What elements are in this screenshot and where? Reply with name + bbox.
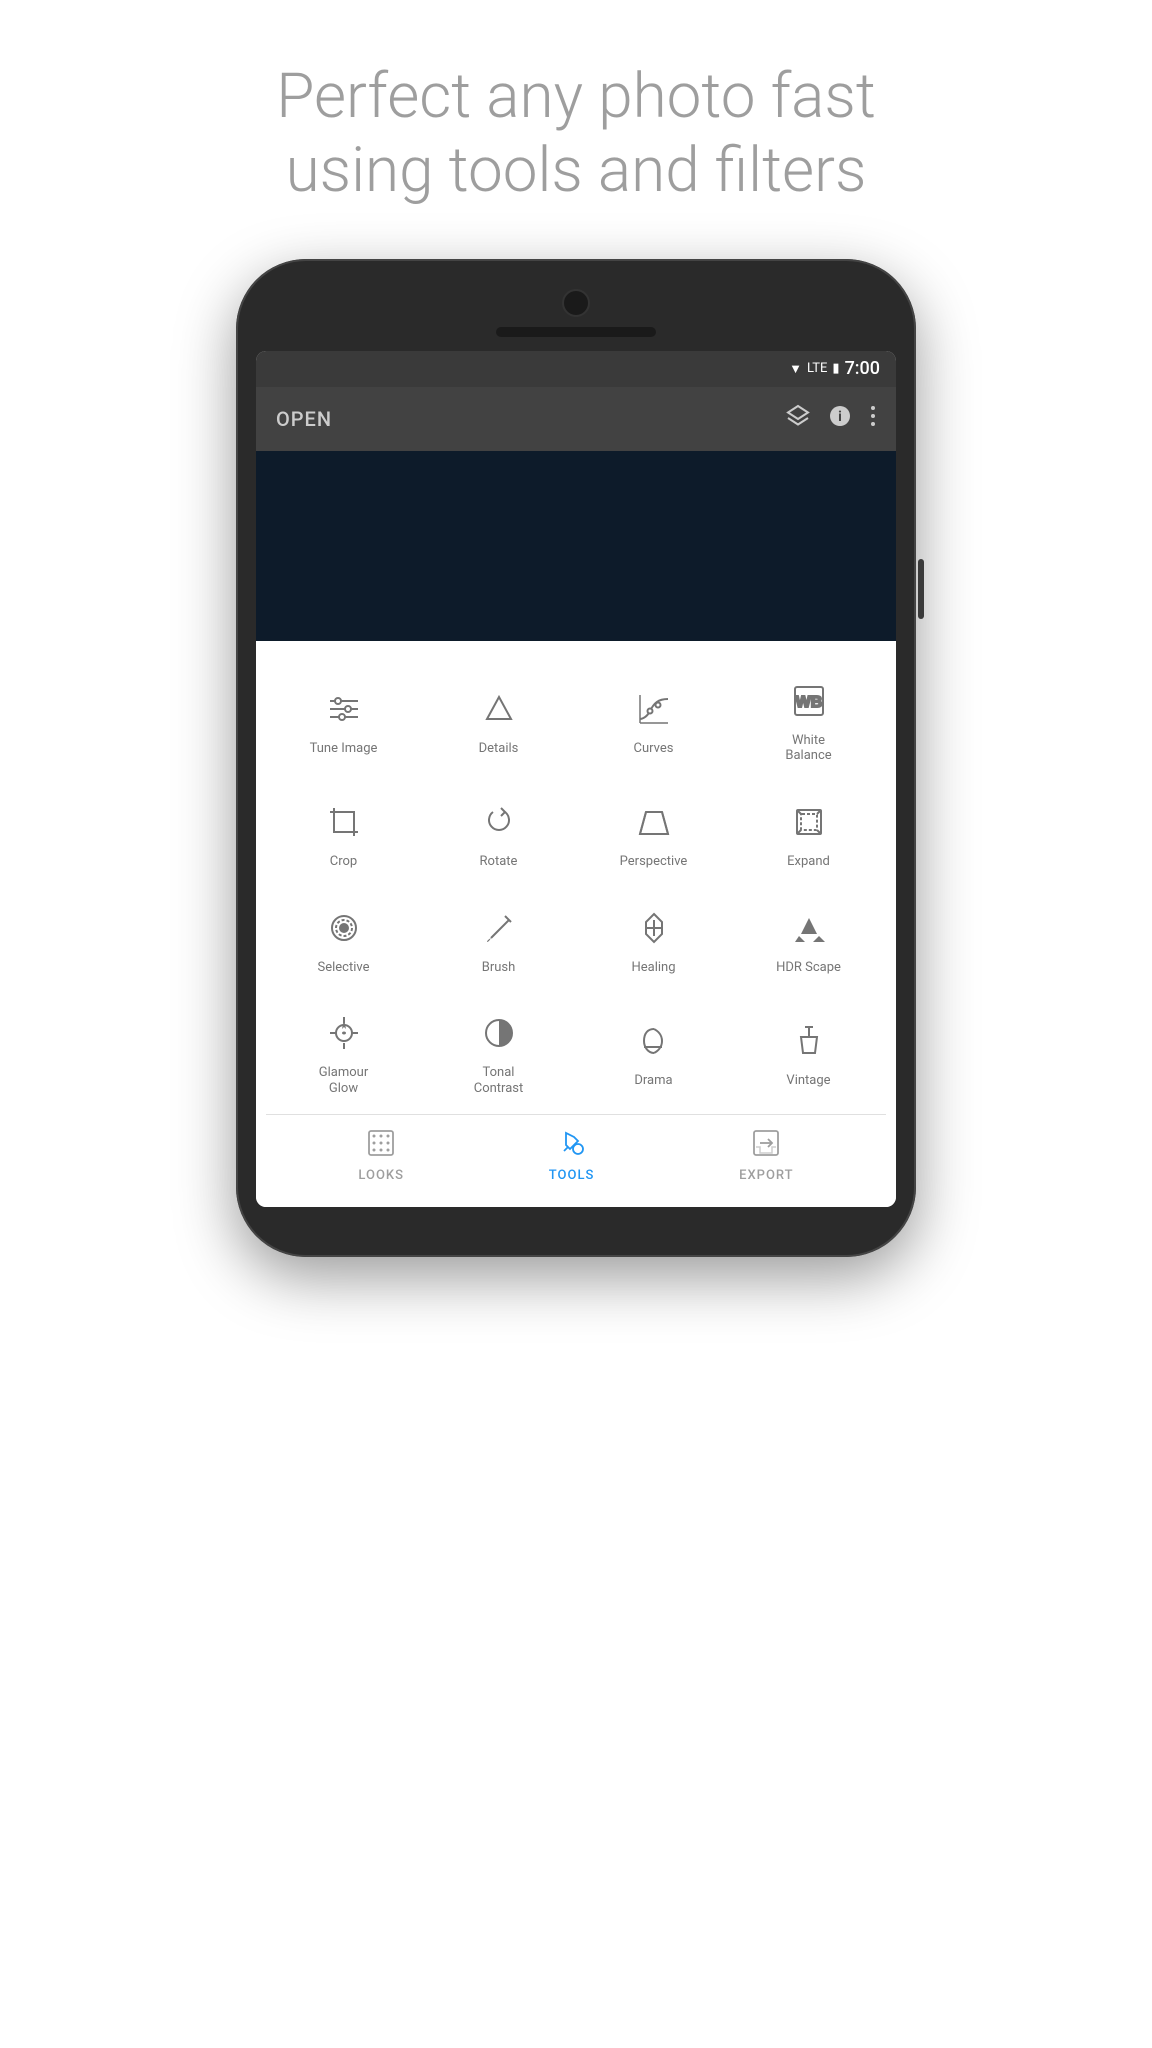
drama-label: Drama [634,1073,672,1089]
export-nav-icon [752,1129,780,1163]
crop-label: Crop [330,854,357,870]
details-label: Details [479,741,519,757]
header-icons: i [786,404,876,434]
selective-icon [322,906,366,950]
status-bar: ▼ LTE ▮ 7:00 [256,351,896,387]
tool-vintage[interactable]: Vintage [731,993,886,1114]
tonal-contrast-icon [477,1011,521,1055]
bottom-nav: LOOKS TOOLS [266,1114,886,1197]
rotate-label: Rotate [480,854,518,870]
phone-camera [562,289,590,317]
tool-details[interactable]: Details [421,661,576,782]
hdr-scape-label: HDR Scape [776,960,841,976]
tool-glamour-glow[interactable]: GlamourGlow [266,993,421,1114]
open-button[interactable]: OPEN [276,407,332,431]
nav-export[interactable]: EXPORT [739,1129,793,1183]
curves-icon [632,687,676,731]
layers-icon[interactable] [786,404,810,434]
tool-selective[interactable]: Selective [266,888,421,994]
nav-tools[interactable]: TOOLS [549,1129,595,1183]
photo-area [256,451,896,641]
expand-label: Expand [787,854,830,870]
export-nav-label: EXPORT [739,1168,793,1183]
info-icon[interactable]: i [828,404,852,434]
tool-tune-image[interactable]: Tune Image [266,661,421,782]
headline: Perfect any photo fast using tools and f… [196,60,956,209]
vintage-label: Vintage [786,1073,830,1089]
tool-perspective[interactable]: Perspective [576,782,731,888]
tools-grid: Tune Image Details [266,661,886,1115]
app-header: OPEN i [256,387,896,451]
phone-home-area [256,1207,896,1227]
hdr-scape-icon [787,906,831,950]
crop-icon [322,800,366,844]
nav-looks[interactable]: LOOKS [358,1129,404,1183]
tune-image-icon [322,687,366,731]
tools-panel: Tune Image Details [256,641,896,1208]
tool-crop[interactable]: Crop [266,782,421,888]
brush-icon [477,906,521,950]
phone-mockup: ▼ LTE ▮ 7:00 OPEN [236,259,916,1909]
wifi-icon: ▼ [789,361,802,377]
status-icons: ▼ LTE ▮ 7:00 [789,358,880,379]
looks-nav-label: LOOKS [358,1168,404,1183]
brush-label: Brush [482,960,516,976]
svg-text:i: i [838,409,842,425]
tool-white-balance[interactable]: WB WhiteBalance [731,661,886,782]
selective-label: Selective [318,960,370,976]
tool-curves[interactable]: Curves [576,661,731,782]
tool-hdr-scape[interactable]: HDR Scape [731,888,886,994]
status-time: 7:00 [845,358,880,379]
phone-speaker [496,327,656,337]
tool-drama[interactable]: Drama [576,993,731,1114]
expand-icon [787,800,831,844]
details-icon [477,687,521,731]
glamour-glow-label: GlamourGlow [319,1065,368,1096]
healing-label: Healing [631,960,675,976]
vintage-icon [787,1019,831,1063]
tool-tonal-contrast[interactable]: TonalContrast [421,993,576,1114]
white-balance-icon: WB [787,679,831,723]
glamour-glow-icon [322,1011,366,1055]
tool-rotate[interactable]: Rotate [421,782,576,888]
tonal-contrast-label: TonalContrast [474,1065,524,1096]
side-button [918,559,924,619]
tools-nav-icon [558,1129,586,1163]
svg-text:WB: WB [795,694,822,711]
tool-expand[interactable]: Expand [731,782,886,888]
tool-healing[interactable]: Healing [576,888,731,994]
curves-label: Curves [634,741,674,757]
drama-icon [632,1019,676,1063]
tune-image-label: Tune Image [310,741,378,757]
white-balance-label: WhiteBalance [785,733,831,764]
battery-icon: ▮ [832,361,839,376]
perspective-label: Perspective [620,854,688,870]
more-icon[interactable] [870,404,876,434]
healing-icon [632,906,676,950]
phone-screen: ▼ LTE ▮ 7:00 OPEN [256,351,896,1208]
tool-brush[interactable]: Brush [421,888,576,994]
perspective-icon [632,800,676,844]
tools-nav-label: TOOLS [549,1168,595,1183]
lte-icon: LTE [807,361,827,376]
rotate-icon [477,800,521,844]
looks-nav-icon [367,1129,395,1163]
